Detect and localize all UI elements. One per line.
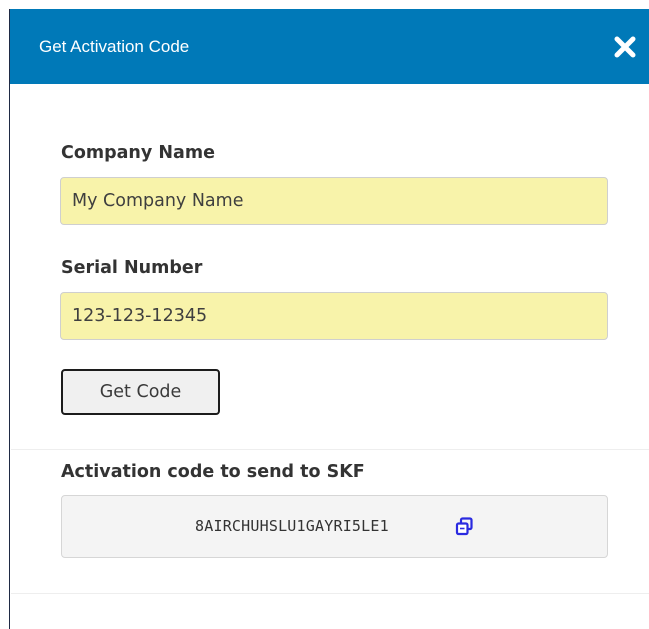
company-name-label: Company Name <box>61 143 215 163</box>
activation-dialog: Get Activation Code Company Name Serial … <box>9 9 649 629</box>
serial-number-label: Serial Number <box>61 258 203 278</box>
company-name-input[interactable] <box>60 177 608 225</box>
close-icon[interactable] <box>613 35 637 59</box>
close-button[interactable] <box>613 35 637 59</box>
activation-code-value: 8AIRCHUHSLU1GAYRI5LE1 <box>195 517 389 535</box>
footer-divider <box>11 593 649 594</box>
copy-icon[interactable] <box>455 517 474 536</box>
dialog-header: Get Activation Code <box>10 9 649 84</box>
section-divider <box>11 449 649 450</box>
activation-code-label: Activation code to send to SKF <box>61 462 365 482</box>
activation-code-box: 8AIRCHUHSLU1GAYRI5LE1 <box>61 495 608 558</box>
dialog-title: Get Activation Code <box>39 37 190 56</box>
serial-number-input[interactable] <box>60 292 608 340</box>
get-code-button[interactable]: Get Code <box>61 369 220 415</box>
